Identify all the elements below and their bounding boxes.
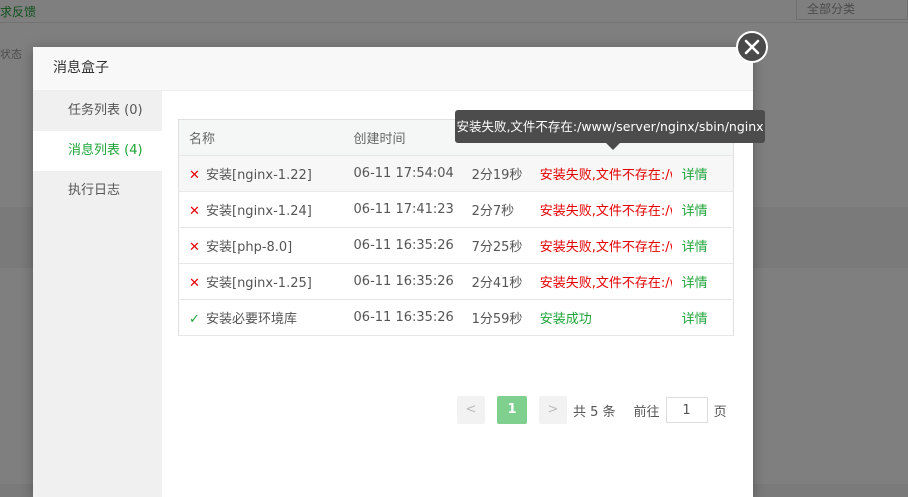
goto-page-input[interactable]: 1 (665, 397, 708, 423)
task-name: 安装[nginx-1.22] (206, 168, 312, 183)
table-row: ✕ 安装[nginx-1.22] 06-11 17:54:04 2分19秒 安装失… (178, 155, 734, 192)
result-text[interactable]: 安装失败,文件不存在:/www/server/nginx/sbin/nginx (540, 164, 672, 183)
detail-link[interactable]: 详情 (682, 168, 708, 183)
table-row: ✕ 安装[php-8.0] 06-11 16:35:26 7分25秒 安装失败,文… (178, 227, 734, 264)
dialog-sidebar: 任务列表 (0) 消息列表 (4) 执行日志 (33, 91, 162, 497)
tooltip-arrow (606, 143, 620, 150)
close-dialog-button[interactable] (736, 31, 768, 63)
table-row: ✕ 安装[nginx-1.25] 06-11 16:35:26 2分41秒 安装失… (178, 263, 734, 300)
duration: 2分41秒 (471, 263, 540, 300)
detail-link[interactable]: 详情 (682, 240, 708, 255)
sidebar-item-execution-log[interactable]: 执行日志 (33, 171, 162, 211)
goto-label: 前往 (633, 404, 660, 420)
current-page[interactable]: 1 (497, 396, 527, 424)
success-check-icon: ✓ (189, 312, 200, 327)
page-unit-label: 页 (713, 404, 727, 420)
fail-cross-icon: ✕ (189, 204, 200, 219)
total-count: 共 5 条 (573, 404, 616, 420)
created-time: 06-11 17:54:04 (353, 155, 472, 192)
next-page-button[interactable]: > (539, 396, 567, 424)
created-time: 06-11 17:41:23 (353, 191, 472, 228)
result-tooltip: 安装失败,文件不存在:/www/server/nginx/sbin/nginx (455, 110, 765, 143)
fail-cross-icon: ✕ (189, 276, 200, 291)
task-name: 安装[php-8.0] (206, 240, 293, 255)
result-text[interactable]: 安装成功 (540, 308, 672, 327)
pagination: < 1 > 共 5 条 前往 1 页 (457, 396, 727, 424)
created-time: 06-11 16:35:26 (353, 263, 472, 300)
header-name: 名称 (178, 119, 354, 156)
sidebar-item-message-list[interactable]: 消息列表 (4) (33, 131, 162, 171)
result-text[interactable]: 安装失败,文件不存在:/www/server/nginx/sbin/nginx (540, 272, 672, 291)
duration: 2分19秒 (471, 155, 540, 192)
table-row: ✓ 安装必要环境库 06-11 16:35:26 1分59秒 安装成功 详情 (178, 299, 734, 336)
fail-cross-icon: ✕ (189, 168, 200, 183)
result-text[interactable]: 安装失败,文件不存在:/www/server/nginx/sbin/nginx (540, 236, 672, 255)
header-created-time: 创建时间 (353, 119, 472, 156)
duration: 2分7秒 (471, 191, 540, 228)
created-time: 06-11 16:35:26 (353, 227, 472, 264)
duration: 1分59秒 (471, 299, 540, 336)
created-time: 06-11 16:35:26 (353, 299, 472, 336)
message-list-panel: 名称 创建时间 ✕ 安装[nginx-1.22] 06-11 17:54:04 2… (162, 91, 753, 497)
result-text[interactable]: 安装失败,文件不存在:/www/server/nginx/sbin/nginx (540, 200, 672, 219)
task-name: 安装[nginx-1.25] (206, 276, 312, 291)
duration: 7分25秒 (471, 227, 540, 264)
prev-page-button[interactable]: < (457, 396, 485, 424)
detail-link[interactable]: 详情 (682, 312, 708, 327)
message-table: 名称 创建时间 ✕ 安装[nginx-1.22] 06-11 17:54:04 2… (178, 119, 734, 336)
sidebar-item-task-list[interactable]: 任务列表 (0) (33, 91, 162, 131)
dialog-title: 消息盒子 (33, 47, 753, 91)
close-icon (744, 39, 760, 55)
task-name: 安装[nginx-1.24] (206, 204, 312, 219)
detail-link[interactable]: 详情 (682, 204, 708, 219)
detail-link[interactable]: 详情 (682, 276, 708, 291)
fail-cross-icon: ✕ (189, 240, 200, 255)
table-row: ✕ 安装[nginx-1.24] 06-11 17:41:23 2分7秒 安装失败… (178, 191, 734, 228)
task-name: 安装必要环境库 (206, 312, 298, 327)
